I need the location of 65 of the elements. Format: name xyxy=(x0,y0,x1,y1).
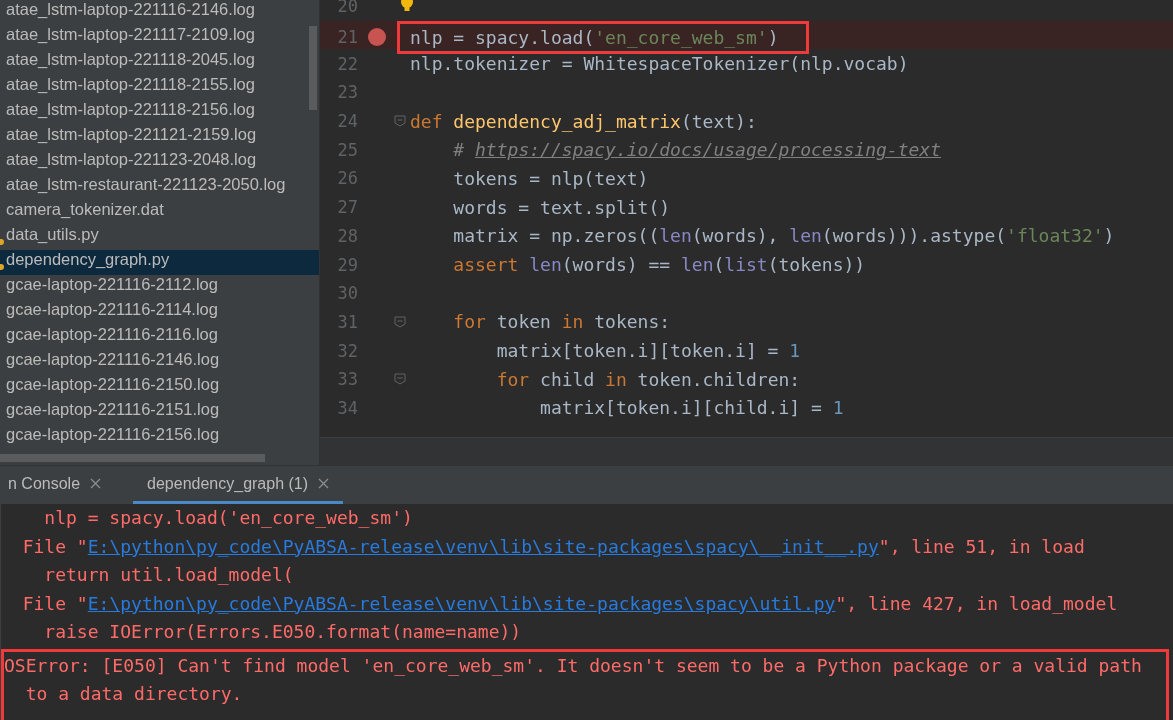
file-item[interactable]: data_utils.py xyxy=(0,225,319,250)
console-tab[interactable]: dependency_graph (1) xyxy=(133,466,344,504)
code-line: tokens = nlp(text) xyxy=(452,167,649,189)
file-item[interactable]: camera_tokenizer.dat xyxy=(0,200,319,225)
fold-icon[interactable] xyxy=(394,373,406,386)
line-number: 23 xyxy=(336,82,359,103)
code-line: assert len(words) == len(list(tokens)) xyxy=(452,254,866,276)
code-line: matrix = np.zeros((len(words), len(words))).astype('float32') xyxy=(452,225,1115,247)
file-item[interactable]: atae_lstm-laptop-221118-2155.log xyxy=(0,75,319,100)
file-item[interactable]: atae_lstm-restaurant-221123-2050.log xyxy=(0,175,319,200)
line-number: 27 xyxy=(336,197,359,218)
line-number: 29 xyxy=(336,254,359,275)
file-item[interactable]: gcae-laptop-221116-2116.log xyxy=(0,325,319,350)
line-number: 22 xyxy=(336,53,359,74)
line-number: 34 xyxy=(336,397,359,418)
line-number: 32 xyxy=(336,340,359,361)
console-line: raise IOError(Errors.E050.format(name=name)) xyxy=(43,620,523,644)
code-line: words = text.split() xyxy=(452,196,671,218)
close-icon[interactable] xyxy=(318,478,330,489)
code-line: def dependency_adj_matrix(text): xyxy=(410,110,757,132)
code-line: # https://spacy.io/docs/usage/processing-text xyxy=(452,139,942,161)
file-item[interactable]: atae_lstm-laptop-221123-2048.log xyxy=(0,150,319,175)
code-line: nlp.tokenizer = WhitespaceTokenizer(nlp.vocab) xyxy=(410,53,909,75)
line-number: 25 xyxy=(336,139,359,160)
lightbulb-icon[interactable] xyxy=(400,0,414,14)
file-item[interactable]: atae_lstm-laptop-221116-2146.log xyxy=(0,0,319,25)
file-item[interactable]: atae_lstm-laptop-221121-2159.log xyxy=(0,125,319,150)
file-item[interactable]: gcae-laptop-221116-2156.log xyxy=(0,425,319,450)
line-number: 20 xyxy=(336,0,359,17)
file-item[interactable]: atae_lstm-laptop-221118-2045.log xyxy=(0,50,319,75)
scrollbar[interactable] xyxy=(0,454,265,462)
file-link[interactable]: E:\python\py_code\PyABSA-release\venv\lib\site-packages\spacy\__init__.py xyxy=(87,535,879,557)
file-item[interactable]: dependency_graph.py xyxy=(0,250,319,275)
line-number: 33 xyxy=(336,369,359,390)
line-number: 26 xyxy=(336,168,359,189)
console-line: OSError: [E050] Can't find model 'en_core_web_sm'. It doesn't seem to be a Python package or a valid path xyxy=(4,653,1143,678)
line-number: 21 xyxy=(336,27,359,48)
fold-icon[interactable] xyxy=(394,115,406,128)
console-line: nlp = spacy.load('en_core_web_sm') xyxy=(43,506,414,530)
file-item[interactable]: gcae-laptop-221116-2114.log xyxy=(0,300,319,325)
code-line: nlp = spacy.load('en_core_web_sm') xyxy=(410,26,779,48)
console-line: to a data directory. xyxy=(24,682,244,706)
close-icon[interactable] xyxy=(90,478,102,489)
file-item[interactable]: gcae-laptop-221116-2112.log xyxy=(0,275,319,300)
fold-icon[interactable] xyxy=(394,315,406,328)
console-tab[interactable]: n Console xyxy=(0,466,116,504)
code-line: for child in token.children: xyxy=(495,368,801,390)
console-line: return util.load_model( xyxy=(43,563,295,587)
code-line: matrix[token.i][child.i] = 1 xyxy=(539,397,844,419)
code-line: matrix[token.i][token.i] = 1 xyxy=(495,340,801,362)
file-link[interactable]: E:\python\py_code\PyABSA-release\venv\lib\site-packages\spacy\util.py xyxy=(87,592,836,614)
file-item[interactable]: gcae-laptop-221116-2150.log xyxy=(0,375,319,400)
file-item[interactable]: gcae-laptop-221116-2146.log xyxy=(0,350,319,375)
code-line: for token in tokens: xyxy=(452,311,671,333)
console-line: File "E:\python\py_code\PyABSA-release\venv\lib\site-packages\spacy\util.py", line 427, in load_model xyxy=(21,591,1119,616)
file-item[interactable]: gcae-laptop-221116-2151.log xyxy=(0,400,319,425)
console-line: File "E:\python\py_code\PyABSA-release\venv\lib\site-packages\spacy\__init__.py", line 51, in load xyxy=(21,534,1086,559)
line-number: 28 xyxy=(336,225,359,246)
file-item[interactable]: atae_lstm-laptop-221118-2156.log xyxy=(0,100,319,125)
line-number: 30 xyxy=(336,283,359,304)
breakpoint-icon[interactable] xyxy=(368,28,386,47)
file-item[interactable]: atae_lstm-laptop-221117-2109.log xyxy=(0,25,319,50)
scrollbar[interactable] xyxy=(309,26,317,110)
line-number: 31 xyxy=(336,311,359,332)
line-number: 24 xyxy=(336,111,359,132)
